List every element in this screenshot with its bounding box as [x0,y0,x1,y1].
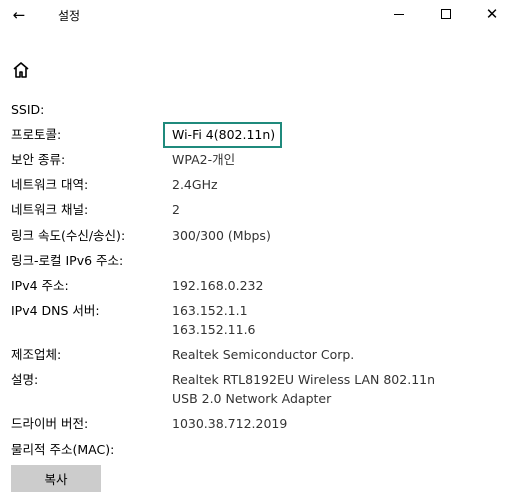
property-value: 163.152.1.1 [172,303,248,318]
property-value: 2 [172,202,180,217]
home-icon[interactable] [11,60,31,80]
property-value-secondary: USB 2.0 Network Adapter [172,391,332,406]
property-row-manufacturer: 제조업체: Realtek Semiconductor Corp. [0,345,505,365]
property-row-network-band: 네트워크 대역: 2.4GHz [0,175,505,195]
property-value: Realtek RTL8192EU Wireless LAN 802.11n [172,372,436,387]
property-label: IPv4 주소: [11,278,69,293]
close-icon[interactable]: ✕ [480,3,504,25]
copy-button[interactable]: 복사 [11,465,101,492]
property-label: 설명: [11,372,39,387]
property-row-mac-address: 물리적 주소(MAC): [0,440,505,460]
property-value: 1030.38.712.2019 [172,416,288,431]
property-row-driver-version: 드라이버 버전: 1030.38.712.2019 [0,414,505,434]
property-label: 네트워크 대역: [11,177,89,192]
property-label: 링크-로컬 IPv6 주소: [11,253,124,268]
property-value-secondary: 163.152.11.6 [172,322,256,337]
property-value: 2.4GHz [172,177,218,192]
property-label: 보안 종류: [11,152,66,167]
maximize-button[interactable] [434,3,458,25]
property-row-security-type: 보안 종류: WPA2-개인 [0,150,505,170]
property-label: 드라이버 버전: [11,416,89,431]
property-row-link-local-ipv6: 링크-로컬 IPv6 주소: [0,251,505,271]
back-arrow-icon[interactable]: ← [8,4,30,26]
property-row-ipv4-dns: IPv4 DNS 서버: 163.152.1.1 163.152.11.6 [0,301,505,341]
minimize-icon [394,13,404,15]
maximize-icon [441,9,451,19]
property-label: IPv4 DNS 서버: [11,303,100,318]
window-title: 설정 [58,9,81,23]
property-row-ipv4-address: IPv4 주소: 192.168.0.232 [0,276,505,296]
property-label: 물리적 주소(MAC): [11,442,115,457]
title-bar: ← 설정 ✕ [0,0,505,30]
property-value: 300/300 (Mbps) [172,228,271,243]
property-label: 프로토콜: [11,127,62,142]
property-value: Realtek Semiconductor Corp. [172,347,355,362]
property-row-protocol: 프로토콜: Wi-Fi 4(802.11n) [0,125,505,145]
property-label: SSID: [11,102,45,117]
property-row-network-channel: 네트워크 채널: 2 [0,200,505,220]
property-label: 링크 속도(수신/송신): [11,228,126,243]
property-value: 192.168.0.232 [172,278,264,293]
property-label: 네트워크 채널: [11,202,89,217]
property-row-ssid: SSID: [0,100,505,120]
property-row-link-speed: 링크 속도(수신/송신): 300/300 (Mbps) [0,226,505,246]
property-row-description: 설명: Realtek RTL8192EU Wireless LAN 802.1… [0,370,505,410]
property-label: 제조업체: [11,347,62,362]
minimize-button[interactable] [387,3,411,25]
property-value: Wi-Fi 4(802.11n) [172,127,276,142]
property-value: WPA2-개인 [172,152,236,167]
